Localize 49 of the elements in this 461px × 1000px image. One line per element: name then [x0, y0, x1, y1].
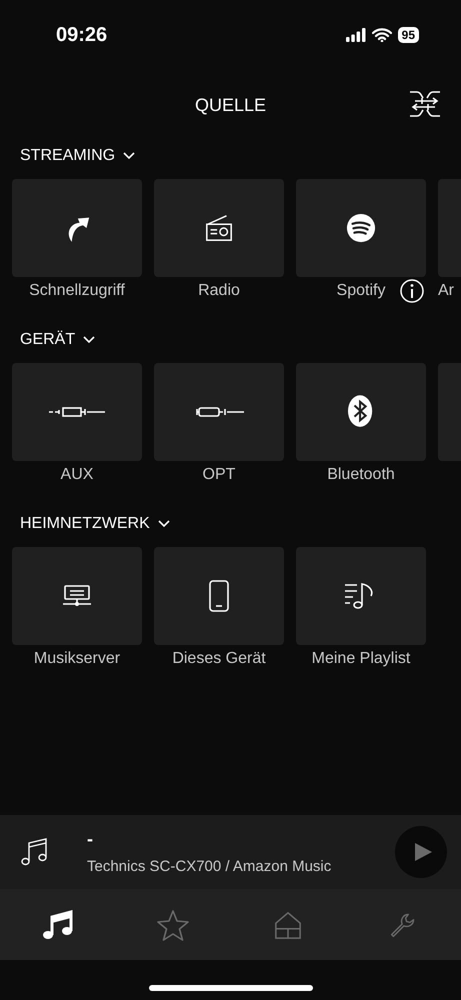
tile-label: Dieses Gerät	[172, 650, 266, 668]
section-header[interactable]: HEIMNETZWERK	[0, 508, 170, 540]
clock: 09:26	[56, 24, 108, 46]
chevron-icon	[158, 520, 170, 528]
server-icon	[62, 583, 92, 609]
play-button[interactable]	[395, 826, 447, 878]
tile-label: Schnellzugriff	[29, 282, 125, 300]
mini-player[interactable]: - Technics SC-CX700 / Amazon Music	[0, 815, 461, 889]
radio-icon	[204, 213, 234, 243]
source-tile[interactable]	[296, 363, 426, 461]
tile-label: AUX	[60, 466, 94, 484]
source-tile[interactable]	[12, 363, 142, 461]
source-tile[interactable]	[296, 547, 426, 645]
chevron-icon	[123, 152, 136, 160]
tile-label: Ar	[438, 282, 454, 300]
source-tile[interactable]	[12, 547, 142, 645]
tile-label: Spotify	[336, 282, 386, 300]
chevron-icon	[83, 336, 96, 344]
track-source: Technics SC-CX700 / Amazon Music	[87, 858, 332, 875]
source-tile[interactable]	[154, 547, 284, 645]
tile-label: OPT	[202, 466, 236, 484]
tile-label: Musikserver	[34, 650, 120, 668]
tile-label: Bluetooth	[327, 466, 395, 484]
house-icon	[274, 910, 302, 940]
star-icon	[156, 908, 189, 940]
switch-arrows-icon	[409, 90, 441, 118]
source-tile[interactable]	[154, 363, 284, 461]
section-header[interactable]: GERÄT	[0, 324, 96, 356]
play-icon	[413, 842, 433, 862]
smartphone-icon	[208, 579, 230, 613]
spotify-logo-icon	[346, 213, 376, 243]
signal-icon	[346, 28, 366, 42]
switch-button[interactable]	[409, 90, 441, 118]
music-notes-icon	[42, 908, 74, 940]
page-title: QUELLE	[194, 94, 266, 116]
tile-label: Radio	[198, 282, 240, 300]
wifi-icon	[372, 28, 392, 42]
info-button[interactable]	[400, 279, 424, 303]
audio-cable-icon	[49, 406, 105, 418]
section-header[interactable]: STREAMING	[0, 140, 136, 172]
source-tile[interactable]	[296, 179, 426, 277]
tile-label: Meine Playlist	[312, 650, 410, 668]
bluetooth-icon	[348, 394, 374, 430]
source-tile[interactable]	[154, 179, 284, 277]
source-tile[interactable]	[12, 179, 142, 277]
battery-level: 95	[398, 27, 419, 43]
info-icon	[400, 279, 424, 303]
track-title: -	[87, 829, 94, 850]
optical-cable-icon	[194, 406, 244, 418]
